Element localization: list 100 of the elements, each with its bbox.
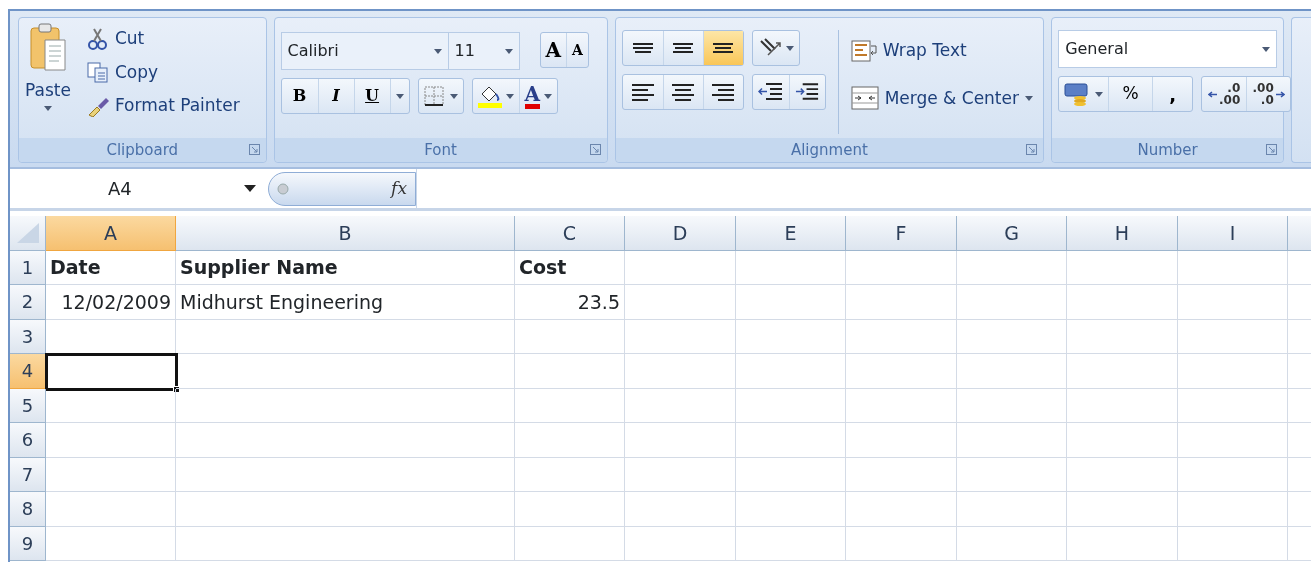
row-header[interactable]: 8 (10, 492, 46, 527)
borders-button[interactable] (417, 78, 464, 114)
empty-cell[interactable] (625, 354, 736, 389)
empty-cell[interactable] (736, 423, 846, 458)
empty-cell[interactable] (625, 526, 736, 561)
format-button[interactable]: I (317, 79, 354, 113)
ribbon-button[interactable]: Cut (86, 26, 240, 52)
row-header[interactable]: 2 (10, 285, 46, 320)
empty-cell[interactable] (1067, 354, 1178, 389)
shrink-font-button[interactable]: A (566, 33, 588, 67)
empty-cell[interactable] (176, 492, 515, 527)
increase-decimal-button[interactable]: .0 .00 (1202, 77, 1247, 111)
empty-cell[interactable] (846, 526, 957, 561)
wrap-text-button[interactable]: Wrap Text (850, 38, 1033, 64)
empty-cell[interactable] (515, 457, 625, 492)
ribbon-button[interactable]: Copy (86, 59, 240, 85)
empty-cell[interactable] (846, 492, 957, 527)
merge-center-button[interactable]: Merge & Center (850, 85, 1033, 111)
row-header[interactable]: 7 (10, 457, 46, 492)
percent-button[interactable]: % (1108, 77, 1153, 111)
empty-cell[interactable] (846, 457, 957, 492)
empty-cell[interactable] (515, 526, 625, 561)
empty-cell[interactable] (176, 354, 515, 389)
column-header[interactable]: F (846, 216, 957, 251)
column-header[interactable]: C (515, 216, 625, 251)
dialog-launcher-icon[interactable] (1026, 144, 1038, 155)
empty-cell[interactable] (957, 319, 1067, 354)
comma-button[interactable]: , (1152, 77, 1193, 111)
column-header[interactable]: I (1178, 216, 1288, 251)
column-header[interactable]: H (1067, 216, 1178, 251)
dialog-launcher-icon[interactable] (1266, 144, 1278, 155)
format-button[interactable]: U (353, 79, 390, 113)
empty-cell[interactable] (515, 319, 625, 354)
font-name-dropdown[interactable]: Calibri (280, 32, 449, 70)
empty-cell[interactable] (846, 285, 957, 320)
empty-cell[interactable] (625, 319, 736, 354)
empty-cell[interactable] (1067, 526, 1178, 561)
empty-cell[interactable] (625, 250, 736, 285)
select-all-corner[interactable] (10, 216, 46, 251)
empty-cell[interactable] (1178, 319, 1288, 354)
empty-cell[interactable] (1178, 526, 1288, 561)
empty-cell[interactable] (1067, 250, 1178, 285)
empty-cell[interactable] (1067, 319, 1178, 354)
empty-cell[interactable] (625, 423, 736, 458)
empty-cell[interactable] (1178, 354, 1288, 389)
grow-font-button[interactable]: A (540, 33, 567, 67)
empty-cell[interactable] (625, 285, 736, 320)
dialog-launcher-icon[interactable] (248, 144, 260, 155)
empty-cell[interactable] (515, 423, 625, 458)
row-header[interactable]: 4 (10, 354, 46, 389)
empty-cell[interactable] (176, 423, 515, 458)
empty-cell[interactable] (846, 250, 957, 285)
empty-cell[interactable] (625, 388, 736, 423)
empty-cell[interactable] (1178, 492, 1288, 527)
empty-cell[interactable] (1178, 388, 1288, 423)
column-header[interactable]: E (736, 216, 846, 251)
empty-cell[interactable] (1178, 457, 1288, 492)
name-box[interactable]: A4 (10, 175, 268, 202)
empty-cell[interactable] (957, 250, 1067, 285)
empty-cell[interactable] (957, 492, 1067, 527)
format-button[interactable]: B (281, 79, 318, 113)
empty-cell[interactable] (736, 526, 846, 561)
empty-cell[interactable] (957, 388, 1067, 423)
row-header[interactable]: 1 (10, 250, 46, 285)
empty-cell[interactable] (176, 388, 515, 423)
empty-cell[interactable] (846, 423, 957, 458)
empty-cell[interactable] (736, 388, 846, 423)
empty-cell[interactable] (515, 354, 625, 389)
row-header[interactable]: 5 (10, 388, 46, 423)
column-header[interactable]: G (957, 216, 1067, 251)
column-header[interactable]: D (625, 216, 736, 251)
row-header[interactable]: 3 (10, 319, 46, 354)
empty-cell[interactable] (957, 423, 1067, 458)
empty-cell[interactable] (846, 354, 957, 389)
empty-cell[interactable] (176, 319, 515, 354)
empty-cell[interactable] (736, 285, 846, 320)
empty-cell[interactable] (176, 457, 515, 492)
empty-cell[interactable] (736, 354, 846, 389)
empty-cell[interactable] (625, 457, 736, 492)
empty-cell[interactable] (1178, 250, 1288, 285)
insert-function-button[interactable]: fx (268, 171, 416, 206)
number-format-dropdown[interactable]: General (1058, 30, 1278, 68)
row-header[interactable]: 9 (10, 526, 46, 561)
font-size-dropdown[interactable]: 11 (447, 32, 520, 70)
empty-cell[interactable] (1178, 285, 1288, 320)
empty-cell[interactable] (957, 457, 1067, 492)
empty-cell[interactable] (736, 492, 846, 527)
empty-cell[interactable] (1067, 423, 1178, 458)
column-header[interactable]: A (46, 216, 176, 251)
empty-cell[interactable] (957, 526, 1067, 561)
ribbon-button[interactable]: Format Painter (86, 93, 240, 119)
empty-cell[interactable] (1178, 423, 1288, 458)
orientation-button[interactable] (751, 30, 800, 66)
empty-cell[interactable] (515, 388, 625, 423)
empty-cell[interactable] (1067, 285, 1178, 320)
empty-cell[interactable] (736, 319, 846, 354)
paste-button[interactable]: Paste (25, 22, 71, 134)
empty-cell[interactable] (1067, 457, 1178, 492)
empty-cell[interactable] (1067, 492, 1178, 527)
empty-cell[interactable] (736, 250, 846, 285)
